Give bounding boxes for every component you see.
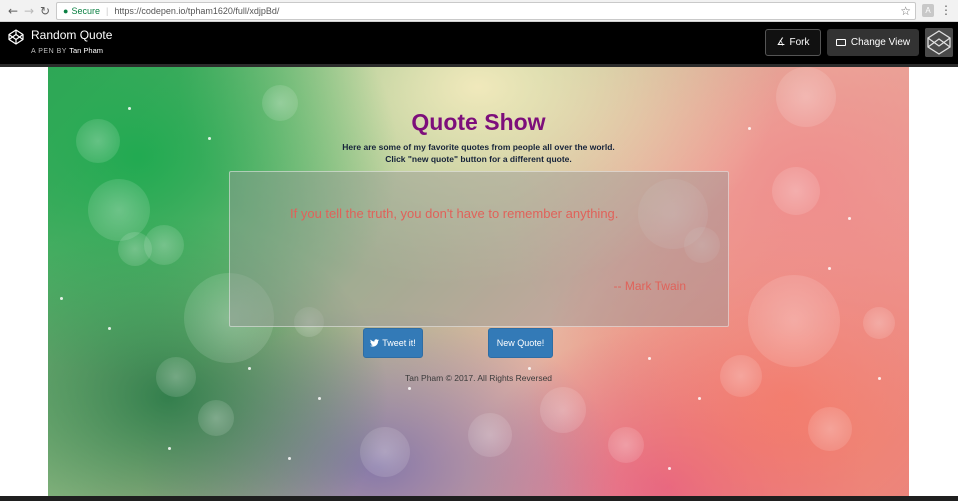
sparkle-dot xyxy=(60,297,63,300)
sparkle-dot xyxy=(408,387,411,390)
new-quote-button[interactable]: New Quote! xyxy=(488,328,553,358)
bokeh-circle xyxy=(808,407,852,451)
quote-text: If you tell the truth, you don't have to… xyxy=(290,206,619,221)
pen-byline: A PEN BY Tan Pham xyxy=(31,46,103,55)
tweet-button-label: Tweet it! xyxy=(382,338,416,348)
sparkle-dot xyxy=(668,467,671,470)
sparkle-dot xyxy=(828,267,831,270)
change-view-label: Change View xyxy=(850,37,911,48)
change-view-button[interactable]: Change View xyxy=(827,29,919,56)
bokeh-circle xyxy=(748,275,840,367)
sparkle-dot xyxy=(528,367,531,370)
codepen-header: Random Quote A PEN BY Tan Pham ∡ Fork Ch… xyxy=(0,22,958,64)
layout-icon xyxy=(835,39,846,46)
sparkle-dot xyxy=(248,367,251,370)
reload-icon[interactable]: ↻ xyxy=(36,2,54,20)
sparkle-dot xyxy=(288,457,291,460)
sparkle-dot xyxy=(698,397,701,400)
user-avatar-icon xyxy=(925,28,953,57)
byline-prefix: A PEN BY xyxy=(31,48,67,55)
bokeh-circle xyxy=(88,179,150,241)
codepen-logo-icon[interactable] xyxy=(8,29,24,45)
avatar[interactable] xyxy=(925,28,953,57)
page-title: Quote Show xyxy=(411,109,546,135)
intro-text-line-1: Here are some of my favorite quotes from… xyxy=(342,142,615,152)
quote-author: -- Mark Twain xyxy=(613,279,686,293)
url-separator: | xyxy=(105,6,109,16)
intro-text-line-2: Click "new quote" button for a different… xyxy=(385,154,572,164)
address-bar[interactable]: ● Secure | https://codepen.io/tpham1620/… xyxy=(56,2,916,20)
new-quote-button-label: New Quote! xyxy=(496,338,545,348)
kebab-menu-icon[interactable]: ⋮ xyxy=(940,3,952,17)
sparkle-dot xyxy=(648,357,651,360)
footer-copyright: Tan Pham © 2017. All Rights Reversed xyxy=(404,373,553,383)
bokeh-circle xyxy=(540,387,586,433)
fork-icon: ∡ xyxy=(776,37,786,48)
star-icon[interactable]: ☆ xyxy=(900,4,911,18)
bokeh-circle xyxy=(772,167,820,215)
pen-preview: Quote Show Here are some of my favorite … xyxy=(48,67,909,501)
secure-label: Secure xyxy=(71,6,100,16)
twitter-icon xyxy=(370,339,380,347)
bokeh-circle xyxy=(863,307,895,339)
sparkle-dot xyxy=(318,397,321,400)
bokeh-circle xyxy=(144,225,184,265)
bokeh-circle xyxy=(468,413,512,457)
author-link[interactable]: Tan Pham xyxy=(69,46,103,55)
pen-title: Random Quote xyxy=(31,28,113,42)
extension-icon[interactable]: A xyxy=(922,4,934,17)
bokeh-circle xyxy=(360,427,410,477)
browser-toolbar: ← → ↻ ● Secure | https://codepen.io/tpha… xyxy=(0,0,958,22)
fork-label: Fork xyxy=(789,37,810,48)
lock-icon: ● xyxy=(63,6,69,16)
bottom-strip xyxy=(0,496,958,501)
fork-button[interactable]: ∡ Fork xyxy=(765,29,821,56)
sparkle-dot xyxy=(108,327,111,330)
tweet-button[interactable]: Tweet it! xyxy=(363,328,423,358)
sparkle-dot xyxy=(208,137,211,140)
sparkle-dot xyxy=(168,447,171,450)
bokeh-circle xyxy=(608,427,644,463)
url-text: https://codepen.io/tpham1620/full/xdjpBd… xyxy=(114,6,280,16)
bokeh-circle xyxy=(198,400,234,436)
quote-box: If you tell the truth, you don't have to… xyxy=(229,171,729,327)
sparkle-dot xyxy=(848,217,851,220)
